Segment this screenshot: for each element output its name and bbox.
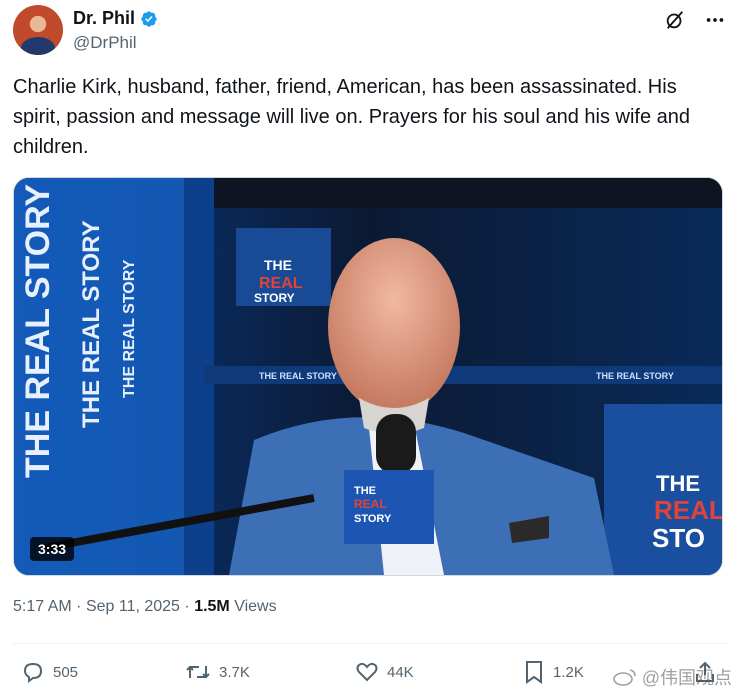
like-count: 44K [387, 663, 414, 681]
logo-text-bottom: STORY [254, 291, 295, 305]
right-logo-l1: THE [656, 471, 700, 496]
handle[interactable]: @DrPhil [73, 33, 137, 53]
tweet-time[interactable]: 5:17 AM [13, 598, 72, 615]
ledge-text-right: THE REAL STORY [596, 371, 674, 381]
video-player[interactable]: THE REAL STORY THE REAL STORY THE REAL S… [13, 177, 723, 576]
tweet-date[interactable]: Sep 11, 2025 [86, 598, 180, 615]
top-icons [664, 9, 726, 31]
bookmark-count: 1.2K [553, 663, 584, 681]
views-count: 1.5M [194, 598, 230, 615]
more-options-icon[interactable] [704, 9, 726, 31]
like-button[interactable]: 44K [355, 660, 414, 684]
repost-button[interactable]: 3.7K [185, 660, 250, 684]
watermark-text: @伟国观点 [641, 668, 732, 688]
repost-icon [186, 665, 210, 679]
reply-count: 505 [53, 663, 79, 681]
verified-badge-icon [141, 10, 157, 27]
avatar[interactable] [13, 5, 63, 55]
heart-icon [356, 662, 378, 682]
bookmark-icon [526, 661, 542, 684]
divider [13, 643, 726, 644]
repost-count: 3.7K [219, 663, 250, 681]
video-frame: THE REAL STORY THE REAL STORY THE REAL S… [14, 178, 722, 575]
name-row: Dr. Phil [73, 8, 158, 29]
mic-text-l3: STORY [354, 513, 392, 525]
right-logo-l3: STO [652, 523, 705, 553]
logo-text-top: THE [264, 257, 292, 273]
weibo-logo-icon [612, 669, 636, 686]
ledge-text-left: THE REAL STORY [259, 371, 337, 381]
reply-button[interactable]: 505 [21, 660, 78, 684]
bookmark-button[interactable]: 1.2K [523, 660, 584, 684]
mic-text-l2: REAL [354, 497, 387, 511]
views-label: Views [234, 598, 277, 615]
tweet-text: Charlie Kirk, husband, father, friend, A… [13, 76, 690, 158]
logo-text-mid: REAL [259, 275, 303, 292]
watermark: @伟国观点 [612, 664, 732, 690]
tweet-header: Dr. Phil @DrPhil [13, 5, 726, 55]
video-duration: 3:33 [30, 537, 75, 561]
grok-icon[interactable] [664, 9, 686, 31]
right-logo-l2: REAL [654, 495, 722, 525]
banner-text-3: THE REAL STORY [121, 259, 138, 398]
banner-text-1: THE REAL STORY [19, 184, 57, 478]
reply-icon [23, 662, 43, 683]
mic-text-l1: THE [354, 485, 376, 497]
banner-text-2: THE REAL STORY [78, 220, 105, 428]
display-name[interactable]: Dr. Phil [73, 8, 135, 29]
tweet-meta: 5:17 AM · Sep 11, 2025 · 1.5M Views [13, 598, 277, 615]
